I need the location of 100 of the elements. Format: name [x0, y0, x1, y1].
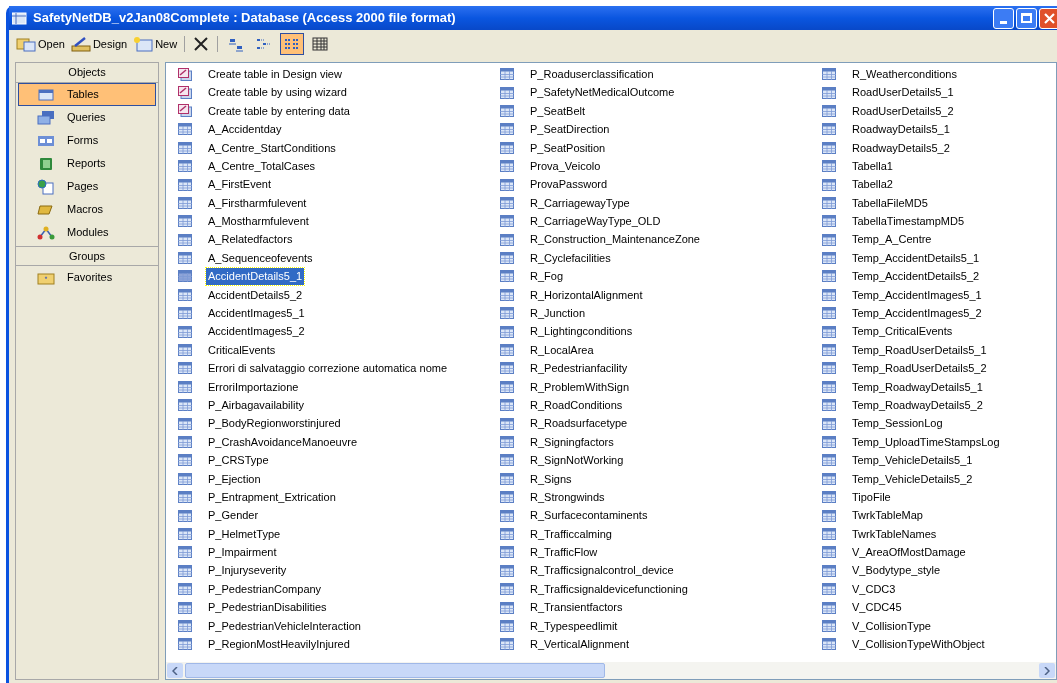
object-list-item[interactable]: A_FirstEvent	[206, 176, 273, 193]
object-list-item[interactable]: Temp_UploadTimeStampsLog	[850, 433, 1002, 451]
object-list-item[interactable]: Tabella2	[850, 176, 895, 193]
object-list-item[interactable]: P_Ejection	[206, 470, 263, 488]
object-list-item[interactable]: R_Cyclefacilities	[528, 249, 613, 267]
object-list-item[interactable]: AccidentImages5_1	[206, 305, 307, 322]
object-list-item[interactable]: TabellaFileMD5	[850, 194, 930, 212]
object-list-item[interactable]: AccidentImages5_2	[206, 323, 307, 340]
object-list-item[interactable]: AccidentDetails5_1	[206, 268, 305, 285]
object-list-item[interactable]: A_Centre_StartConditions	[206, 139, 338, 156]
object-list-item[interactable]: Temp_RoadUserDetails5_2	[850, 360, 989, 377]
object-list-item[interactable]: R_SignNotWorking	[528, 452, 626, 469]
toolbar-button[interactable]: Open	[15, 33, 66, 55]
object-list-item[interactable]: RoadUserDetails5_2	[850, 102, 956, 120]
object-list-item[interactable]: R_Roadsurfacetype	[528, 415, 630, 432]
object-list-item[interactable]: Errori di salvataggio correzione automatica nome	[206, 360, 450, 377]
object-list-item[interactable]: R_CarriagewayType	[528, 194, 632, 212]
object-list-item[interactable]: A_Accidentday	[206, 121, 284, 138]
object-list-item[interactable]: Temp_RoadwayDetails5_1	[850, 378, 985, 396]
object-list-item[interactable]: R_Typespeedlimit	[528, 617, 620, 635]
object-list-item[interactable]: R_Lightingconditions	[528, 323, 635, 340]
object-list-item[interactable]: A_Centre_TotalCases	[206, 157, 317, 175]
object-list-item[interactable]: P_Roaduserclassification	[528, 65, 656, 83]
object-list-item[interactable]: Temp_VehicleDetails5_1	[850, 452, 975, 469]
object-list-item[interactable]: R_Signingfactors	[528, 433, 616, 451]
object-list-item[interactable]: V_AreaOfMostDamage	[850, 544, 968, 561]
object-list-item[interactable]: P_Entrapment_Extrication	[206, 488, 338, 506]
object-list-item[interactable]: Temp_CriticalEvents	[850, 323, 955, 340]
object-list-item[interactable]: Create table by entering data	[206, 102, 352, 120]
object-list-item[interactable]: A_Sequenceofevents	[206, 249, 315, 267]
object-list-item[interactable]: TwrkTableNames	[850, 525, 939, 543]
object-list-item[interactable]: R_CarriageWayType_OLD	[528, 213, 663, 230]
object-list-item[interactable]: Create table by using wizard	[206, 84, 349, 101]
object-list-item[interactable]: TipoFile	[850, 488, 893, 506]
object-list-item[interactable]: TabellaTimestampMD5	[850, 213, 967, 230]
object-list-item[interactable]: R_HorizontalAlignment	[528, 286, 645, 304]
object-list-item[interactable]: Temp_AccidentDetails5_2	[850, 268, 982, 285]
object-list-item[interactable]: R_ProblemWithSign	[528, 378, 632, 396]
object-list-item[interactable]: R_TrafficFlow	[528, 544, 600, 561]
object-list-item[interactable]: R_Junction	[528, 305, 588, 322]
object-list-item[interactable]: V_CDC45	[850, 599, 904, 616]
object-list-item[interactable]: P_SeatDirection	[528, 121, 612, 138]
object-list-item[interactable]: ProvaPassword	[528, 176, 610, 193]
object-list-item[interactable]: Temp_SessionLog	[850, 415, 945, 432]
object-type-item[interactable]: Favorites	[18, 266, 156, 289]
object-list-item[interactable]: R_Trafficcalming	[528, 525, 614, 543]
object-list-item[interactable]: CriticalEvents	[206, 341, 278, 359]
object-list-item[interactable]: R_LocalArea	[528, 341, 596, 359]
object-list-item[interactable]: P_PedestrianCompany	[206, 580, 324, 598]
object-list-item[interactable]: R_Surfacecontaminents	[528, 507, 650, 524]
object-list-item[interactable]: P_HelmetType	[206, 525, 283, 543]
object-type-item[interactable]: Macros	[18, 198, 156, 221]
object-list-item[interactable]: Prova_Veicolo	[528, 157, 603, 175]
object-list-item[interactable]: P_Airbagavailability	[206, 396, 306, 414]
object-list-item[interactable]: R_Construction_MaintenanceZone	[528, 231, 702, 248]
toolbar-button[interactable]: Design	[69, 33, 129, 55]
object-list-item[interactable]: RoadwayDetails5_1	[850, 121, 952, 138]
object-list-item[interactable]: R_Transientfactors	[528, 599, 625, 616]
object-list-item[interactable]: TwrkTableMap	[850, 507, 925, 524]
object-list-item[interactable]: RoadwayDetails5_2	[850, 139, 952, 156]
object-list-item[interactable]: ErroriImportazione	[206, 378, 301, 396]
object-list-item[interactable]: R_Strongwinds	[528, 488, 607, 506]
object-list-item[interactable]: R_Weatherconditions	[850, 65, 959, 83]
object-list-item[interactable]: RoadUserDetails5_1	[850, 84, 956, 101]
object-type-item[interactable]: Reports	[18, 152, 156, 175]
object-list-item[interactable]: R_Signs	[528, 470, 574, 488]
object-list-item[interactable]: P_Injuryseverity	[206, 562, 289, 579]
object-list-item[interactable]: P_Gender	[206, 507, 261, 524]
object-type-item[interactable]: Modules	[18, 221, 156, 244]
object-list-item[interactable]: R_Fog	[528, 268, 566, 285]
object-type-item[interactable]: Forms	[18, 129, 156, 152]
object-list-item[interactable]: Temp_AccidentDetails5_1	[850, 249, 982, 267]
object-list-item[interactable]: Temp_VehicleDetails5_2	[850, 470, 975, 488]
object-list-item[interactable]: A_Mostharmfulevent	[206, 213, 311, 230]
object-list-item[interactable]: Temp_AccidentImages5_2	[850, 305, 984, 322]
object-list-item[interactable]: A_Firstharmfulevent	[206, 194, 309, 212]
object-list-item[interactable]: P_RegionMostHeavilyInjured	[206, 636, 352, 653]
object-list-item[interactable]: P_PedestrianVehicleInteraction	[206, 617, 363, 635]
object-list-item[interactable]: V_Bodytype_style	[850, 562, 943, 579]
object-type-item[interactable]: Pages	[18, 175, 156, 198]
object-list-item[interactable]: P_Impairment	[206, 544, 279, 561]
object-list-item[interactable]: P_SeatBelt	[528, 102, 588, 120]
object-list-item[interactable]: AccidentDetails5_2	[206, 286, 305, 304]
object-list-item[interactable]: Tabella1	[850, 157, 895, 175]
object-type-item[interactable]: Queries	[18, 106, 156, 129]
object-type-item[interactable]: Tables	[18, 83, 156, 106]
object-list-item[interactable]: Create table in Design view	[206, 65, 344, 83]
object-list-item[interactable]: Temp_A_Centre	[850, 231, 934, 248]
object-list-item[interactable]: R_Trafficsignalcontrol_device	[528, 562, 676, 579]
object-list-item[interactable]: P_PedestrianDisabilities	[206, 599, 329, 616]
object-list-item[interactable]: Temp_RoadUserDetails5_1	[850, 341, 989, 359]
object-list-item[interactable]: V_CDC3	[850, 580, 898, 598]
object-list-item[interactable]: R_Pedestrianfacility	[528, 360, 630, 377]
object-list-item[interactable]: V_CollisionTypeWithObject	[850, 636, 987, 653]
object-list-item[interactable]: Temp_AccidentImages5_1	[850, 286, 984, 304]
toolbar-button[interactable]: New	[132, 33, 179, 55]
object-list-item[interactable]: P_SafetyNetMedicalOutcome	[528, 84, 677, 101]
object-list-item[interactable]: R_VerticalAlignment	[528, 636, 632, 653]
object-list-item[interactable]: P_CrashAvoidanceManoeuvre	[206, 433, 359, 451]
object-list-item[interactable]: P_BodyRegionworstinjured	[206, 415, 343, 432]
